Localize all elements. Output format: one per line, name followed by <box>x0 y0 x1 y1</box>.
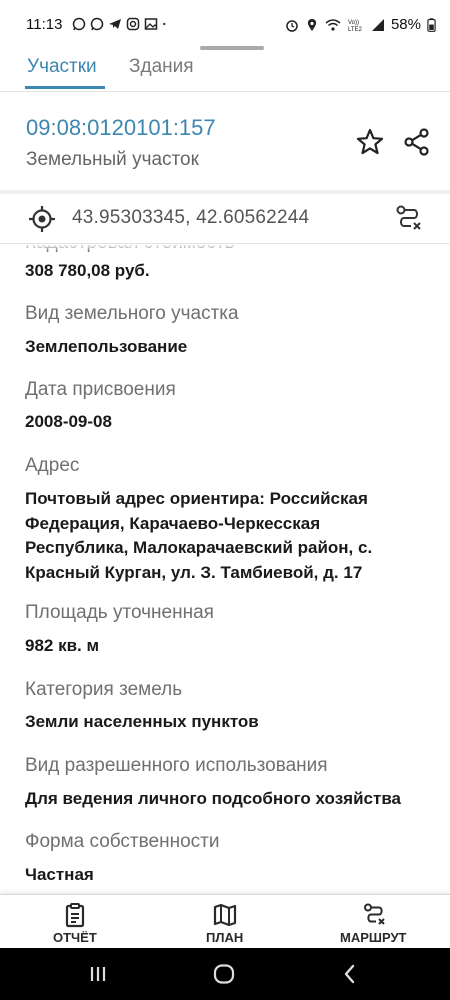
field-value-land-category: Земли населенных пунктов <box>25 712 259 731</box>
recent-apps-icon[interactable] <box>86 962 110 986</box>
dot-icon <box>163 22 166 26</box>
nav-report-label: ОТЧЁТ <box>53 930 97 945</box>
notification-icons <box>72 17 170 31</box>
scroll-fade <box>0 244 450 252</box>
object-header: 09:08:0120101:157 Земельный участок <box>0 92 450 190</box>
battery-level: 58% <box>390 16 421 33</box>
tab-plots[interactable]: Участки <box>27 56 97 78</box>
object-tabs: Участки Здания <box>0 46 450 92</box>
system-icons: Vo)) LTE2 58% <box>285 16 436 33</box>
map-icon <box>213 903 237 927</box>
crosshair-icon <box>29 206 55 232</box>
coordinates-row[interactable]: 43.95303345, 42.60562244 <box>0 194 450 244</box>
wifi-icon <box>325 18 341 31</box>
field-value-cadastral-value: 308 780,08 руб. <box>25 261 150 280</box>
battery-icon <box>427 17 436 32</box>
system-navigation-bar <box>0 948 450 1000</box>
tab-buildings[interactable]: Здания <box>129 56 194 78</box>
bottom-navigation: ОТЧЁТ ПЛАН МАРШРУТ <box>0 894 450 948</box>
field-value-address: Почтовый адрес ориентира: Российская Фед… <box>25 487 372 585</box>
volte-icon: Vo))LTE2 <box>348 20 363 32</box>
address-line: Почтовый адрес ориентира: Российская <box>25 489 368 508</box>
field-label-ownership-form: Форма собственности <box>25 831 220 852</box>
favorite-star-icon[interactable] <box>354 126 386 158</box>
field-value-area: 982 кв. м <box>25 636 100 655</box>
address-line: Красный Курган, ул. З. Тамбиевой, д. 17 <box>25 562 363 582</box>
field-label-permitted-use: Вид разрешенного использования <box>25 755 328 776</box>
field-value-permitted-use: Для ведения личного подсобного хозяйства <box>25 789 402 808</box>
coordinates-text[interactable]: 43.95303345, 42.60562244 <box>72 207 309 229</box>
active-tab-indicator <box>25 86 105 89</box>
object-details[interactable]: Кадастровая стоимость 308 780,08 руб. Ви… <box>0 244 450 894</box>
field-label-land-category: Категория земель <box>25 679 183 700</box>
image-icon <box>144 18 158 30</box>
svg-text:Vo)): Vo)) <box>348 20 359 26</box>
nav-route-label: МАРШРУТ <box>340 930 407 945</box>
whatsapp-icon <box>90 17 104 31</box>
status-bar: 11:13 Vo)) LTE2 58% <box>0 0 450 50</box>
location-icon <box>307 18 317 31</box>
field-label-plot-kind: Вид земельного участка <box>25 303 239 324</box>
alarm-icon <box>286 19 298 32</box>
instagram-icon <box>126 17 140 31</box>
field-value-ownership-form: Частная <box>25 865 94 884</box>
field-value-assign-date: 2008-09-08 <box>25 412 112 431</box>
sheet-drag-handle[interactable] <box>200 46 264 50</box>
nav-route-button[interactable]: МАРШРУТ <box>335 895 415 949</box>
nav-report-button[interactable]: ОТЧЁТ <box>40 895 110 949</box>
field-value-plot-kind: Землепользование <box>25 337 188 356</box>
field-label-address: Адрес <box>25 455 80 476</box>
address-line: Республика, Малокарачаевский район, с. <box>25 538 373 557</box>
svg-text:LTE2: LTE2 <box>348 27 363 32</box>
signal-icon <box>371 18 384 31</box>
whatsapp-icon <box>72 17 86 31</box>
status-time: 11:13 <box>26 16 63 33</box>
object-type: Земельный участок <box>26 149 199 170</box>
nav-plan-button[interactable]: ПЛАН <box>190 895 260 949</box>
address-line: Федерация, Карачаево-Черкесская <box>25 513 321 533</box>
telegram-icon <box>109 19 121 29</box>
back-icon[interactable] <box>338 962 362 986</box>
route-icon[interactable] <box>394 203 424 233</box>
share-icon[interactable] <box>401 126 433 158</box>
field-label-area: Площадь уточненная <box>25 602 214 623</box>
route-icon <box>364 903 385 925</box>
report-icon <box>65 903 85 928</box>
cadastral-number[interactable]: 09:08:0120101:157 <box>26 115 216 141</box>
nav-plan-label: ПЛАН <box>206 930 244 945</box>
home-icon[interactable] <box>212 962 236 986</box>
field-label-assign-date: Дата присвоения <box>25 379 176 400</box>
